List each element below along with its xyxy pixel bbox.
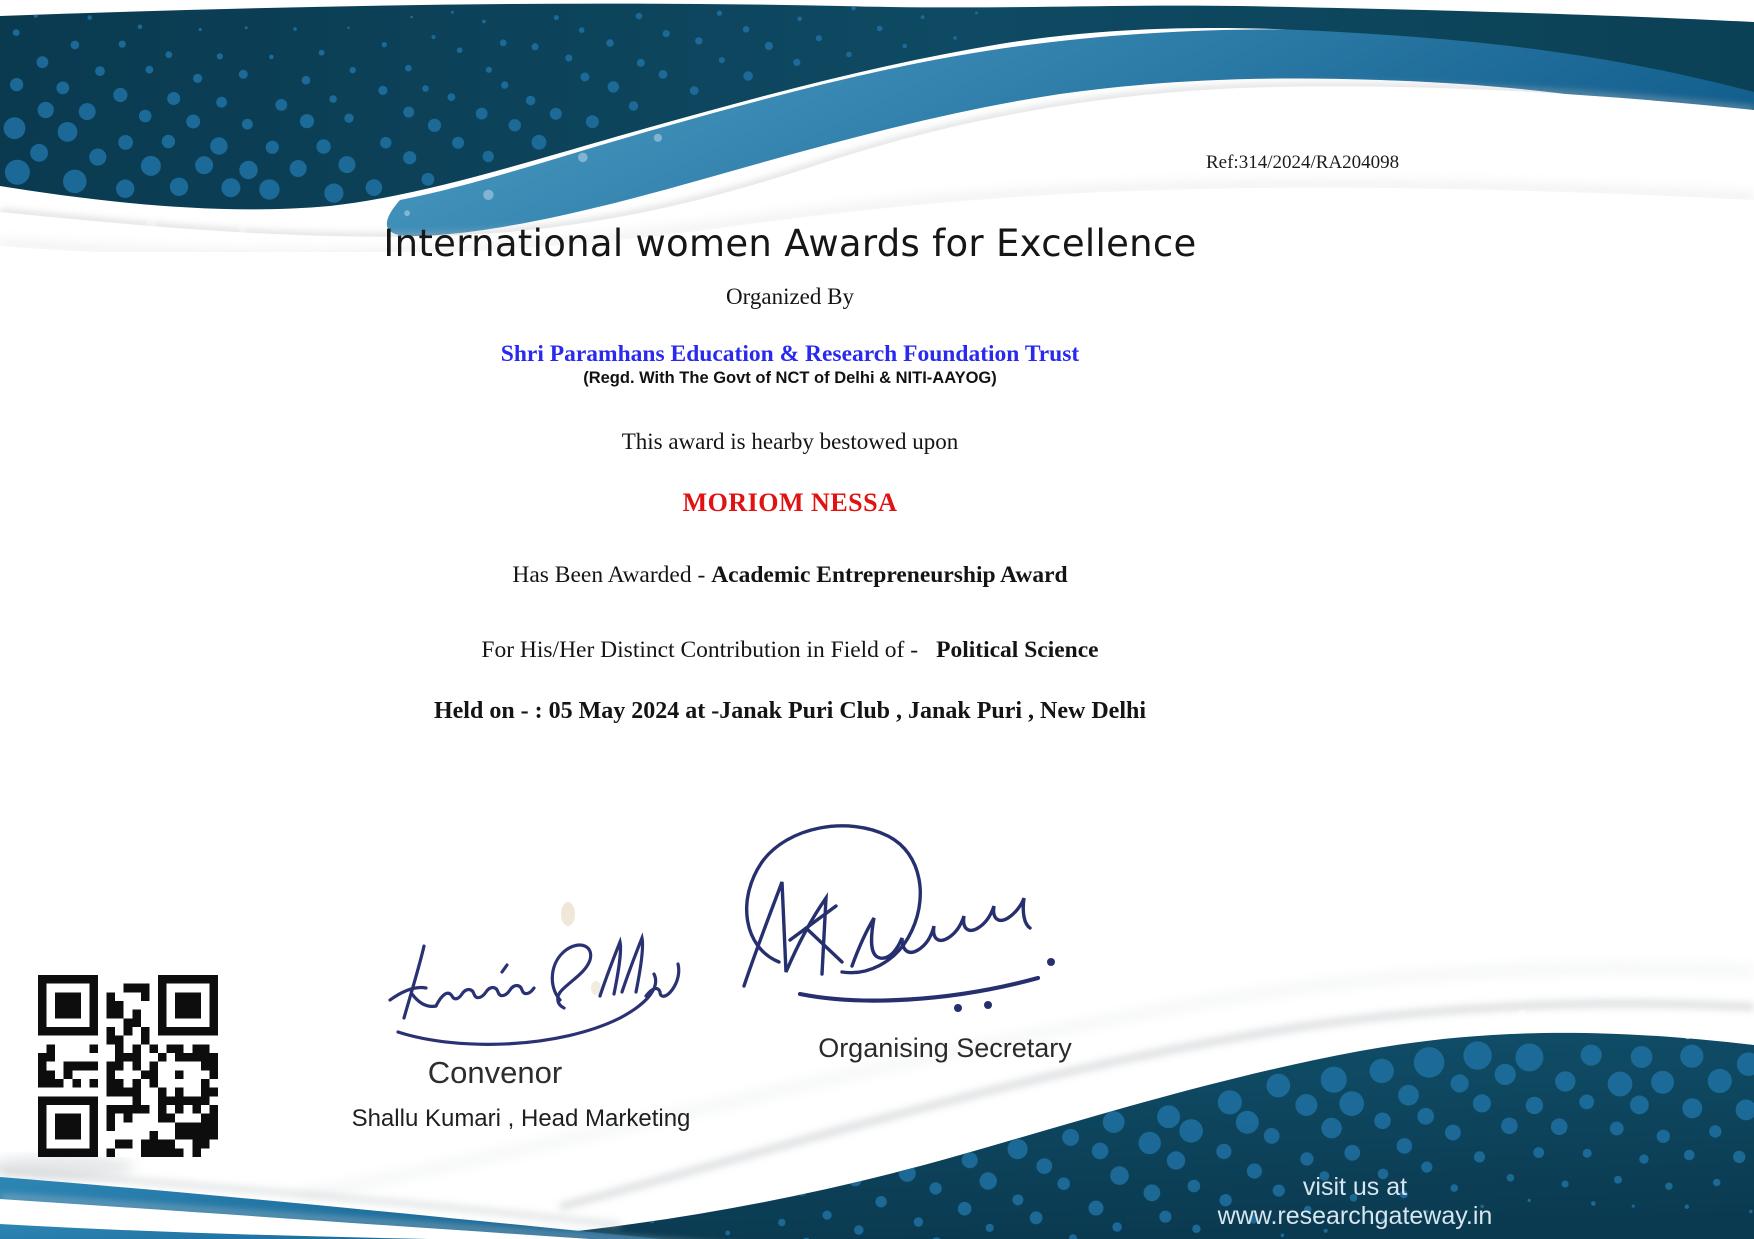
award-line: Has Been Awarded - Academic Entrepreneur… [0, 562, 1580, 589]
convenor-name: Shallu Kumari , Head Marketing [321, 1105, 721, 1133]
award-name: Academic Entrepreneurship Award [711, 562, 1067, 588]
bestowed-line: This award is hearby bestowed upon [0, 429, 1580, 455]
reference-number: Ref:314/2024/RA204098 [1206, 152, 1399, 174]
certificate: Ref:314/2024/RA204098 International wome… [0, 0, 1754, 1239]
convenor-signature [360, 900, 700, 1070]
secretary-title: Organising Secretary [795, 1033, 1095, 1064]
certificate-body: International women Awards for Excellenc… [0, 0, 1580, 1239]
qr-code [38, 975, 218, 1157]
award-prefix: Has Been Awarded - [512, 562, 711, 588]
convenor-title: Convenor [355, 1055, 635, 1091]
organized-by-label: Organized By [0, 284, 1580, 310]
event-line: Held on - : 05 May 2024 at -Janak Puri C… [0, 698, 1580, 725]
organization-name: Shri Paramhans Education & Research Foun… [0, 341, 1580, 368]
secretary-signature [720, 800, 1080, 1020]
registration-note: (Regd. With The Govt of NCT of Delhi & N… [0, 369, 1580, 388]
field-line: For His/Her Distinct Contribution in Fie… [0, 637, 1580, 664]
field-prefix: For His/Her Distinct Contribution in Fie… [481, 637, 918, 663]
field-name: Political Science [936, 637, 1099, 663]
footer-website: visit us at www.researchgateway.in [1205, 1173, 1505, 1231]
recipient-name: MORIOM NESSA [0, 488, 1580, 518]
certificate-title: International women Awards for Excellenc… [0, 222, 1580, 265]
